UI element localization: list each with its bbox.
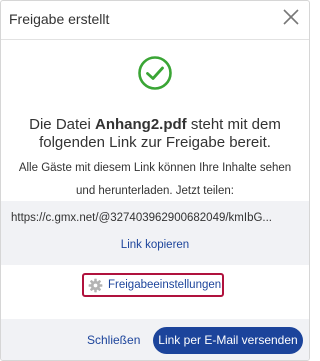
file-name: Anhang2.pdf bbox=[95, 116, 187, 133]
share-description: Alle Gäste mit diesem Link können Ihre I… bbox=[18, 162, 292, 197]
headline-prefix: Die Datei bbox=[29, 116, 95, 133]
close-button[interactable]: Schließen bbox=[87, 333, 140, 347]
dialog-header: Freigabe erstellt bbox=[1, 1, 309, 40]
share-headline: Die Datei Anhang2.pdf steht mit dem folg… bbox=[11, 116, 299, 152]
share-settings-button[interactable]: Freigabeeinstellungen bbox=[82, 273, 224, 297]
copy-link-button[interactable]: Link kopieren bbox=[1, 239, 309, 251]
dialog-footer: Schließen Link per E-Mail versenden bbox=[1, 319, 309, 360]
send-link-email-button[interactable]: Link per E-Mail versenden bbox=[153, 327, 303, 354]
check-circle-icon bbox=[138, 56, 172, 90]
gear-icon bbox=[88, 278, 103, 293]
share-created-dialog: Freigabe erstellt Die Datei Anhang2.pdf … bbox=[0, 0, 310, 361]
dialog-title: Freigabe erstellt bbox=[9, 11, 110, 27]
share-link-panel: https://c.gmx.net/@327403962900682049/km… bbox=[1, 201, 309, 265]
close-icon[interactable] bbox=[281, 7, 301, 27]
share-url[interactable]: https://c.gmx.net/@327403962900682049/km… bbox=[11, 212, 299, 224]
share-settings-label: Freigabeeinstellungen bbox=[108, 279, 222, 291]
